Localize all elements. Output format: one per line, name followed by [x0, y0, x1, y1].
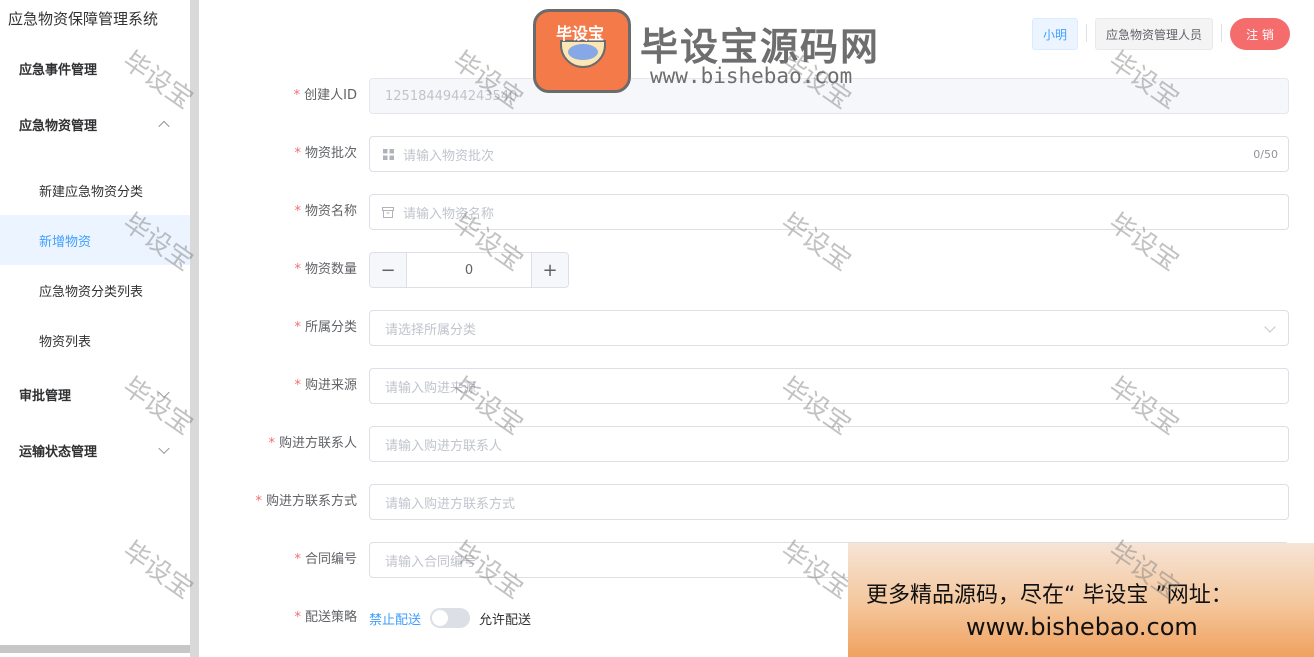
source-placeholder: 请输入购进来源 — [385, 380, 477, 396]
logo-oval-shape — [568, 44, 598, 60]
category-placeholder: 请选择所属分类 — [385, 322, 477, 338]
logo-badge-text: 毕设宝 — [556, 24, 605, 43]
sidebar-item-label: 物资列表 — [39, 334, 92, 350]
sidebar-item-label: 应急事件管理 — [19, 62, 98, 78]
sidebar-item-new-category[interactable]: 新建应急物资分类 — [0, 165, 190, 215]
header-divider — [1221, 24, 1222, 42]
toggle-knob — [432, 610, 449, 626]
delivery-on-label[interactable]: 允许配送 — [479, 609, 531, 628]
sidebar-item-emergency-supplies[interactable]: 应急物资管理 — [0, 99, 190, 149]
source-input[interactable]: 请输入购进来源 — [369, 368, 1289, 404]
category-label: * 所属分类 — [294, 320, 357, 335]
sidebar-item-approval[interactable]: 审批管理 — [0, 369, 190, 419]
batch-char-counter: 0/50 — [1253, 147, 1278, 161]
quantity-stepper: − 0 + — [369, 252, 569, 288]
box-icon — [381, 205, 395, 219]
batch-label: * 物资批次 — [294, 146, 357, 161]
chevron-up-icon — [158, 120, 170, 133]
chevron-down-icon — [158, 442, 170, 455]
batch-input[interactable]: 请输入物资批次 0/50 — [369, 136, 1289, 172]
creator-id-value: 1251844944243540 — [385, 88, 518, 104]
chevron-down-icon — [158, 386, 170, 399]
contact-placeholder: 请输入购进方联系人 — [385, 438, 503, 454]
sidebar-item-label: 运输状态管理 — [19, 444, 98, 460]
sidebar-vertical-scrollbar[interactable] — [190, 0, 199, 657]
delivery-off-label[interactable]: 禁止配送 — [369, 609, 421, 628]
contract-no-label: * 合同编号 — [294, 552, 357, 567]
contact-method-label: * 购进方联系方式 — [255, 494, 357, 509]
contact-label: * 购进方联系人 — [268, 436, 357, 451]
delivery-toggle[interactable] — [430, 608, 471, 628]
app-title: 应急物资保障管理系统 — [8, 10, 159, 28]
brand-url: www.bishebao.com — [650, 64, 853, 88]
logout-button[interactable]: 注 销 — [1230, 18, 1290, 50]
sidebar-item-label: 应急物资分类列表 — [39, 284, 144, 300]
sidebar: 应急物资保障管理系统 应急事件管理 应急物资管理 新建应急物资分类 新增物资 应… — [0, 0, 191, 645]
sidebar-item-supply-list[interactable]: 物资列表 — [0, 315, 190, 365]
sidebar-horizontal-scrollbar[interactable] — [0, 645, 190, 653]
source-label: * 购进来源 — [294, 378, 357, 393]
batch-placeholder: 请输入物资批次 — [403, 148, 495, 164]
sidebar-item-label: 应急物资管理 — [19, 118, 98, 134]
sidebar-item-label: 审批管理 — [19, 388, 72, 404]
creator-id-label: * 创建人ID — [293, 88, 357, 103]
sidebar-item-transport-status[interactable]: 运输状态管理 — [0, 425, 190, 475]
sidebar-item-label: 新建应急物资分类 — [39, 184, 144, 200]
user-name-tag[interactable]: 小明 — [1032, 18, 1078, 50]
header-divider — [1086, 24, 1087, 42]
quantity-value[interactable]: 0 — [407, 253, 531, 287]
category-select[interactable]: 请选择所属分类 — [369, 310, 1289, 346]
promo-banner: 更多精品源码，尽在“ 毕设宝 ”网址： www.bishebao.com — [848, 543, 1314, 657]
name-label: * 物资名称 — [294, 204, 357, 219]
quantity-decrease-button[interactable]: − — [370, 253, 407, 287]
promo-url: www.bishebao.com — [966, 613, 1198, 641]
chevron-down-icon — [1264, 321, 1276, 333]
name-placeholder: 请输入物资名称 — [403, 206, 495, 222]
quantity-label: * 物资数量 — [294, 262, 357, 277]
sidebar-item-category-list[interactable]: 应急物资分类列表 — [0, 265, 190, 315]
contact-input[interactable]: 请输入购进方联系人 — [369, 426, 1289, 462]
delivery-switch-row: 禁止配送 允许配送 — [369, 600, 531, 636]
contract-no-placeholder: 请输入合同编号 — [385, 554, 477, 570]
delivery-label: * 配送策略 — [294, 610, 357, 625]
sidebar-item-add-supply[interactable]: 新增物资 — [0, 215, 190, 265]
contact-method-input[interactable]: 请输入购进方联系方式 — [369, 484, 1289, 520]
user-role-tag[interactable]: 应急物资管理人员 — [1095, 18, 1213, 50]
contact-method-placeholder: 请输入购进方联系方式 — [385, 496, 516, 512]
sidebar-item-label: 新增物资 — [39, 234, 92, 250]
promo-text: 更多精品源码，尽在“ 毕设宝 ”网址： — [866, 583, 1233, 608]
sidebar-item-emergency-events[interactable]: 应急事件管理 — [0, 43, 190, 93]
name-input[interactable]: 请输入物资名称 — [369, 194, 1289, 230]
brand-name: 毕设宝源码网 — [640, 25, 881, 69]
quantity-increase-button[interactable]: + — [531, 253, 568, 287]
grid-icon — [381, 147, 395, 161]
